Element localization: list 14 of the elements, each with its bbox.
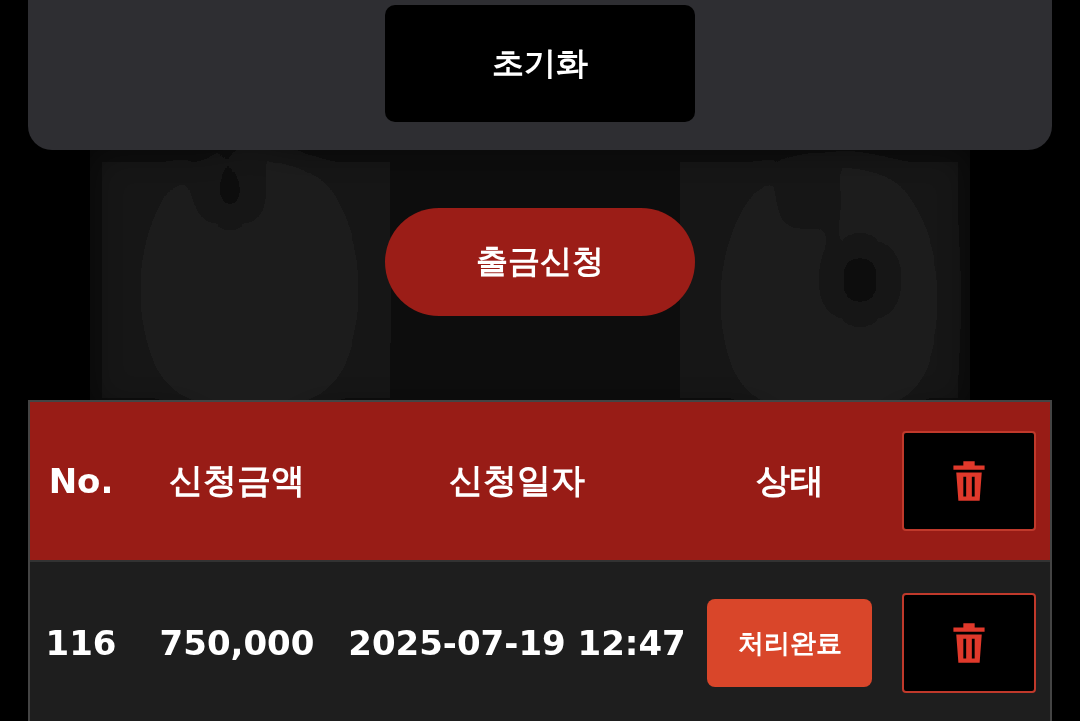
table-cell-text: 116 xyxy=(44,623,118,663)
table-cell-text: 750,000 xyxy=(158,623,316,663)
withdraw-button[interactable]: 출금신청 xyxy=(385,208,695,316)
trash-icon xyxy=(951,461,986,501)
column-header: 상태 xyxy=(754,459,825,502)
trash-icon xyxy=(951,623,986,663)
reset-button[interactable]: 초기화 xyxy=(385,5,695,122)
delete-all-button[interactable] xyxy=(901,431,1036,531)
delete-button[interactable] xyxy=(901,593,1036,693)
column-header: 신청일자 xyxy=(448,459,586,502)
table-cell-text: 2025-07-19 12:47 xyxy=(347,623,687,663)
column-header: 신청금액 xyxy=(168,459,306,502)
status-badge: 처리완료 xyxy=(707,599,872,687)
column-header: No. xyxy=(47,461,115,501)
